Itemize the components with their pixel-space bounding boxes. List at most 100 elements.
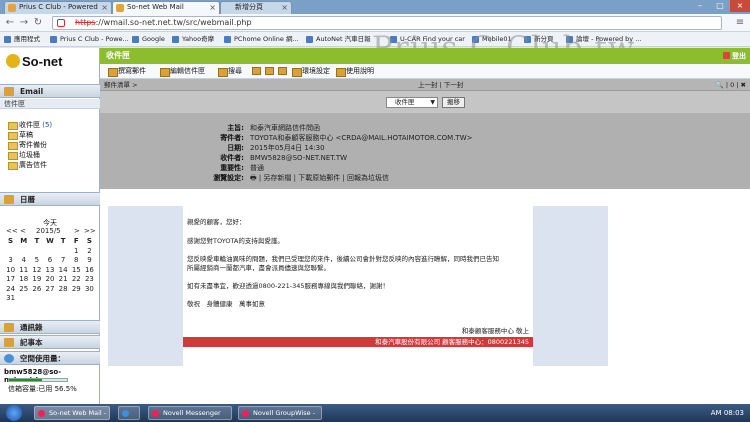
contacts-icon bbox=[4, 323, 14, 332]
task-novell-messenger[interactable]: Novell Messenger bbox=[148, 406, 232, 420]
folder-drafts[interactable]: 草稿 bbox=[8, 131, 33, 140]
calendar-day bbox=[30, 294, 43, 304]
close-window-icon[interactable]: × bbox=[730, 0, 750, 12]
calendar-day[interactable]: 13 bbox=[43, 266, 56, 276]
calendar-day[interactable]: 23 bbox=[83, 275, 96, 285]
notes-section-header[interactable]: 記事本 bbox=[0, 335, 100, 349]
folder-trash[interactable]: 垃圾桶 bbox=[8, 151, 40, 160]
email-icon bbox=[4, 87, 14, 96]
calendar-day[interactable]: 31 bbox=[4, 294, 17, 304]
calendar-section-header[interactable]: 日曆 bbox=[0, 192, 100, 206]
tool-icon-3[interactable] bbox=[278, 67, 287, 75]
bookmark-prius[interactable]: Prius C Club - Powe... bbox=[50, 34, 129, 45]
tool-icon-1[interactable] bbox=[252, 67, 261, 75]
calendar-weekday: S bbox=[86, 237, 92, 245]
calendar-day[interactable]: 11 bbox=[17, 266, 30, 276]
logout-button[interactable]: 登出 bbox=[723, 48, 746, 64]
from-value[interactable]: TOYOTA和泰顧客服務中心 <CRDA@MAIL.HOTAIMOTOR.COM… bbox=[250, 133, 473, 143]
task-ie-icon[interactable] bbox=[118, 406, 140, 420]
edit-folders-button[interactable]: 編輯信件匣 bbox=[160, 66, 205, 77]
compose-button[interactable]: 撰寫郵件 bbox=[108, 66, 146, 77]
help-button[interactable]: 使用說明 bbox=[336, 66, 374, 77]
tab-sonet-webmail[interactable]: So-net Web Mail × bbox=[112, 1, 220, 14]
calendar-day[interactable]: 10 bbox=[4, 266, 17, 276]
calendar-next-year[interactable]: >> bbox=[84, 227, 96, 235]
subject-label: 主旨: bbox=[227, 124, 244, 132]
tab-new-tab[interactable]: 新增分頁 × bbox=[220, 1, 292, 14]
folder-inbox[interactable]: 收件匣 (5) bbox=[8, 121, 52, 130]
start-button-icon[interactable] bbox=[6, 405, 22, 421]
calendar-day[interactable]: 28 bbox=[57, 285, 70, 295]
calendar-day[interactable]: 22 bbox=[70, 275, 83, 285]
prev-message-link[interactable]: 上一封 bbox=[418, 81, 438, 89]
tab-close-icon[interactable]: × bbox=[101, 2, 108, 13]
minimize-icon[interactable]: – bbox=[690, 0, 710, 12]
folder-ads[interactable]: 廣告信件 bbox=[8, 161, 47, 170]
calendar-day[interactable]: 29 bbox=[70, 285, 83, 295]
calendar-prev-month[interactable]: < bbox=[20, 227, 26, 235]
delete-icon[interactable]: ✖ bbox=[741, 81, 746, 89]
calendar-day[interactable]: 19 bbox=[30, 275, 43, 285]
calendar-weekday: M bbox=[20, 237, 28, 245]
calendar-day[interactable]: 8 bbox=[70, 256, 83, 266]
bookmark-apps[interactable]: 應用程式 bbox=[4, 34, 40, 45]
settings-button[interactable]: 環境設定 bbox=[292, 66, 330, 77]
folder-sent[interactable]: 寄件備份 bbox=[8, 141, 47, 150]
bookmark-pchome[interactable]: PChome Online 網... bbox=[224, 34, 299, 45]
calendar-day[interactable]: 25 bbox=[17, 285, 30, 295]
calendar-day[interactable]: 30 bbox=[83, 285, 96, 295]
maximize-icon[interactable]: □ bbox=[710, 0, 730, 12]
move-folder-select[interactable]: 收件匣 ▼ bbox=[386, 97, 438, 108]
tab-prius-c-club[interactable]: Prius C Club - Powered × bbox=[4, 1, 112, 14]
tab-close-icon[interactable]: × bbox=[209, 2, 216, 13]
calendar-day[interactable]: 12 bbox=[30, 266, 43, 276]
calendar-day[interactable]: 18 bbox=[17, 275, 30, 285]
options-links[interactable]: 🖶 | 另存新檔 | 下載原始郵件 | 回報為垃圾信 bbox=[250, 173, 389, 183]
next-message-link[interactable]: 下一封 bbox=[444, 81, 464, 89]
header-subject-row: 主旨: 和泰汽車網路信件問函 bbox=[100, 123, 750, 133]
email-section-header[interactable]: Email bbox=[0, 84, 100, 98]
reload-icon[interactable]: ↻ bbox=[32, 17, 44, 29]
bookmark-yahoo[interactable]: Yahoo奇摩 bbox=[172, 34, 214, 45]
calendar-prev-year[interactable]: << bbox=[6, 227, 18, 235]
options-text[interactable]: | 另存新檔 | 下載原始郵件 | 回報為垃圾信 bbox=[259, 174, 389, 182]
search-icon[interactable]: 🔍 bbox=[716, 81, 724, 89]
calendar-day[interactable]: 24 bbox=[4, 285, 17, 295]
search-button[interactable]: 搜尋 bbox=[218, 66, 242, 77]
calendar-day[interactable]: 16 bbox=[83, 266, 96, 276]
bookmark-google[interactable]: Google bbox=[132, 34, 165, 45]
bookmark-autonet[interactable]: AutoNet 汽車日報 bbox=[306, 34, 371, 45]
tool-icon-2[interactable] bbox=[265, 67, 274, 75]
task-sonet-webmail[interactable]: So-net Web Mail - bbox=[34, 406, 110, 420]
breadcrumb-mail-list[interactable]: 郵件清單 bbox=[104, 81, 130, 89]
calendar-day[interactable]: 20 bbox=[43, 275, 56, 285]
calendar-day[interactable]: 9 bbox=[83, 256, 96, 266]
calendar-day[interactable]: 26 bbox=[30, 285, 43, 295]
calendar-day[interactable]: 7 bbox=[57, 256, 70, 266]
calendar-day[interactable]: 1 bbox=[70, 247, 83, 257]
calendar-day[interactable]: 17 bbox=[4, 275, 17, 285]
calendar-day[interactable]: 4 bbox=[17, 256, 30, 266]
calendar-next-month[interactable]: > bbox=[74, 227, 80, 235]
calendar-day[interactable]: 5 bbox=[30, 256, 43, 266]
url-input[interactable]: https://wmail.so-net.net.tw/src/webmail.… bbox=[52, 16, 722, 30]
notes-title: 記事本 bbox=[20, 338, 43, 347]
forward-icon[interactable]: → bbox=[18, 17, 30, 29]
back-icon[interactable]: ← bbox=[4, 17, 16, 29]
tab-close-icon[interactable]: × bbox=[281, 2, 288, 13]
calendar-day[interactable]: 2 bbox=[83, 247, 96, 257]
calendar-day[interactable]: 15 bbox=[70, 266, 83, 276]
usage-title: 空間使用量： bbox=[20, 354, 65, 363]
print-icon[interactable]: 🖶 bbox=[250, 174, 257, 182]
menu-icon[interactable]: ≡ bbox=[734, 17, 746, 29]
calendar-day[interactable]: 21 bbox=[57, 275, 70, 285]
task-novell-groupwise[interactable]: Novell GroupWise - bbox=[238, 406, 322, 420]
tab-title: Prius C Club - Powered bbox=[19, 3, 98, 11]
calendar-day[interactable]: 6 bbox=[43, 256, 56, 266]
calendar-day[interactable]: 3 bbox=[4, 256, 17, 266]
move-button[interactable]: 搬移 bbox=[442, 97, 465, 108]
calendar-day[interactable]: 14 bbox=[57, 266, 70, 276]
mail-toolbar: 撰寫郵件 編輯信件匣 搜尋 環境設定 使用說明 bbox=[100, 64, 750, 79]
contacts-section-header[interactable]: 通訊錄 bbox=[0, 320, 100, 334]
calendar-day[interactable]: 27 bbox=[43, 285, 56, 295]
